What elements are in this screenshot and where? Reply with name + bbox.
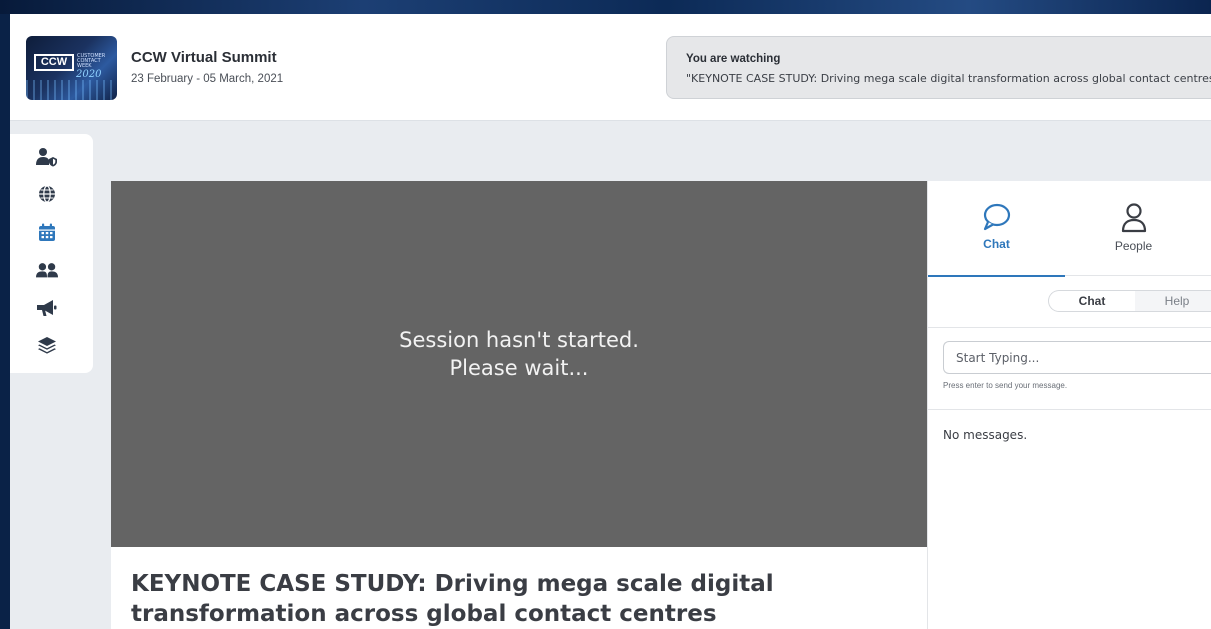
subtab-chat[interactable]: Chat [1049, 291, 1135, 311]
logo-year: 2020 [76, 69, 102, 80]
event-logo[interactable]: CCW CUSTOMER CONTACT WEEK 2020 [26, 36, 117, 100]
layers-icon[interactable] [36, 334, 58, 356]
logo-text: CCW [34, 54, 74, 71]
calendar-icon[interactable] [36, 221, 58, 243]
globe-icon[interactable] [36, 183, 58, 205]
user-shield-icon[interactable] [36, 146, 58, 168]
tab-chat[interactable]: Chat [928, 181, 1065, 277]
logo-subtext: CUSTOMER CONTACT WEEK [77, 53, 106, 69]
event-title: CCW Virtual Summit [131, 49, 277, 66]
chat-subtabs: Chat Help [1048, 290, 1211, 312]
side-panel: Chat People Chat Help Press enter to sen… [927, 181, 1211, 629]
video-status-line-1: Session hasn't started. [399, 328, 639, 352]
header: CCW CUSTOMER CONTACT WEEK 2020 CCW Virtu… [10, 14, 1211, 121]
chat-bubble-icon [983, 203, 1010, 231]
now-watching-label: You are watching [686, 53, 781, 65]
background-strip [0, 0, 1211, 14]
app-frame: CCW CUSTOMER CONTACT WEEK 2020 CCW Virtu… [10, 14, 1211, 629]
megaphone-icon[interactable] [36, 297, 58, 319]
empty-messages-text: No messages. [943, 428, 1028, 442]
chat-input-hint: Press enter to send your message. [943, 381, 1068, 390]
sidebar-nav [10, 134, 93, 373]
video-player[interactable]: Session hasn't started. Please wait... [111, 181, 927, 547]
tab-people-label: People [1114, 239, 1153, 253]
logo-skyline [26, 80, 117, 100]
now-watching-banner[interactable]: You are watching "KEYNOTE CASE STUDY: Dr… [666, 36, 1211, 99]
person-icon [1121, 203, 1146, 233]
tab-people[interactable]: People [1065, 181, 1202, 276]
panel-tabs: Chat People [928, 181, 1211, 277]
session-title: KEYNOTE CASE STUDY: Driving mega scale d… [131, 571, 774, 627]
tab-active-indicator [928, 275, 1065, 277]
divider [928, 327, 1211, 328]
video-status: Session hasn't started. Please wait... [399, 326, 639, 382]
tab-chat-label: Chat [983, 237, 1010, 251]
now-watching-title: "KEYNOTE CASE STUDY: Driving mega scale … [686, 72, 1211, 85]
subtab-help[interactable]: Help [1135, 291, 1211, 311]
session-info: KEYNOTE CASE STUDY: Driving mega scale d… [111, 547, 927, 629]
users-icon[interactable] [36, 259, 58, 281]
video-status-line-2: Please wait... [449, 356, 589, 380]
divider [928, 409, 1211, 410]
chat-message-input[interactable] [943, 341, 1211, 374]
event-dates: 23 February - 05 March, 2021 [131, 73, 284, 85]
